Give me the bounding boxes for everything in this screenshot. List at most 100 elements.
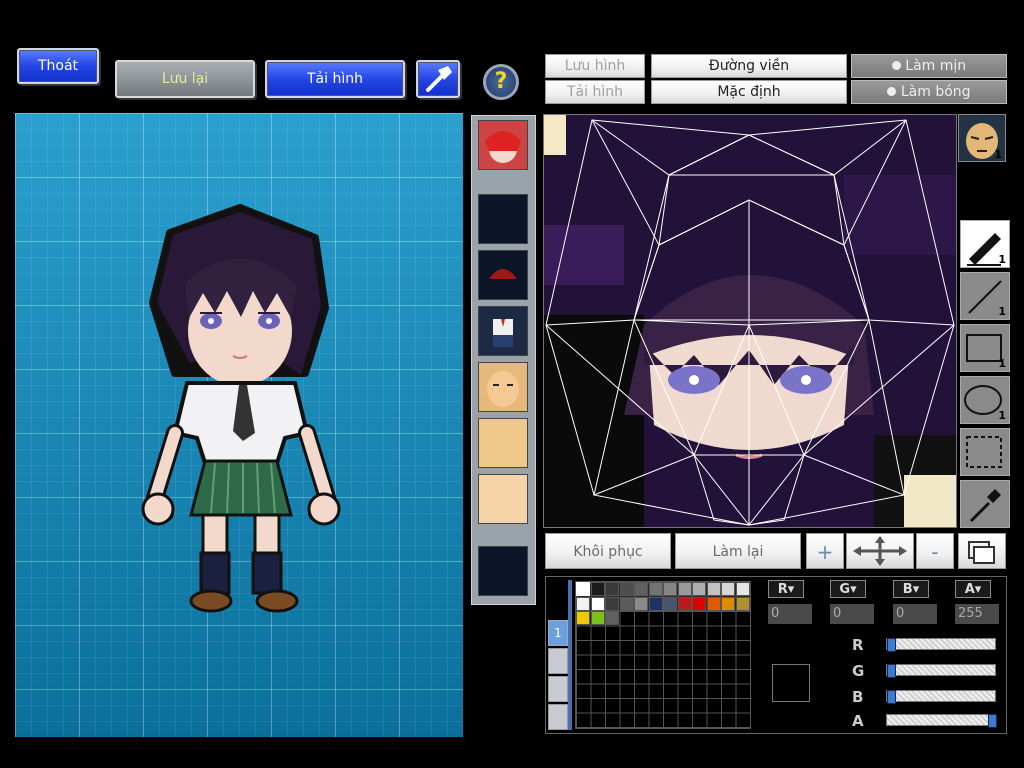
eyedropper-tool-button[interactable] — [960, 480, 1010, 528]
color-swatch[interactable] — [576, 582, 590, 596]
color-swatch[interactable] — [706, 596, 721, 611]
default-button[interactable]: Mặc định — [651, 80, 847, 104]
color-swatch[interactable] — [634, 582, 648, 596]
red-hair-avatar-icon — [485, 131, 521, 163]
help-button[interactable]: ? — [483, 64, 519, 100]
layer-tab-1[interactable]: 1 — [548, 620, 568, 646]
hammer-icon — [426, 66, 452, 92]
color-swatch[interactable] — [590, 596, 605, 611]
alpha-slider-knob[interactable] — [988, 714, 997, 728]
hat-icon — [489, 269, 517, 279]
smooth-label: Làm mịn — [905, 58, 967, 74]
face-preview-badge: 1 — [994, 148, 1002, 161]
red-slider[interactable] — [886, 638, 996, 652]
save-button[interactable]: Lưu lại — [115, 60, 255, 98]
color-swatch[interactable] — [677, 596, 692, 611]
color-swatch[interactable] — [721, 582, 735, 596]
load-image-button[interactable]: Tải hình — [545, 80, 645, 104]
blue-slider-knob[interactable] — [887, 690, 896, 704]
color-swatch[interactable] — [648, 596, 663, 611]
smooth-button[interactable]: Làm mịn — [851, 54, 1007, 78]
rectangle-tool-button[interactable]: 1 — [960, 324, 1010, 372]
alpha-slider[interactable] — [886, 714, 997, 728]
color-swatch[interactable] — [576, 611, 590, 625]
alpha-value-field[interactable]: 255 — [955, 604, 999, 624]
color-swatch[interactable] — [619, 596, 634, 611]
color-swatch[interactable] — [619, 582, 634, 596]
layer-tab-4[interactable] — [548, 704, 568, 730]
color-swatch[interactable] — [576, 596, 590, 611]
color-swatch[interactable] — [692, 582, 706, 596]
red-channel-dropdown[interactable]: R▾ — [768, 580, 804, 598]
layer-tab-2[interactable] — [548, 648, 568, 674]
blue-slider[interactable] — [886, 690, 996, 704]
color-palette-grid[interactable] — [575, 581, 751, 729]
part-slot-hat[interactable] — [478, 250, 528, 300]
part-slot-skin-2[interactable] — [478, 474, 528, 524]
part-slot-outfit[interactable] — [478, 306, 528, 356]
red-slider-knob[interactable] — [887, 638, 896, 652]
color-swatch[interactable] — [706, 582, 721, 596]
load-button[interactable]: Tải hình — [265, 60, 405, 98]
alpha-slider-label: A — [852, 712, 864, 730]
part-slot-face[interactable] — [478, 362, 528, 412]
blue-value-field[interactable]: 0 — [893, 604, 937, 624]
exit-button[interactable]: Thoát — [17, 48, 99, 84]
shade-label: Làm bóng — [900, 84, 971, 100]
color-swatch[interactable] — [634, 596, 648, 611]
color-swatch[interactable] — [605, 611, 619, 625]
color-swatch[interactable] — [663, 582, 677, 596]
green-slider-knob[interactable] — [887, 664, 896, 678]
pen-count: 1 — [998, 253, 1006, 266]
color-swatch[interactable] — [605, 582, 619, 596]
color-swatch[interactable] — [721, 596, 735, 611]
blue-channel-dropdown[interactable]: B▾ — [893, 580, 929, 598]
rectangle-count: 1 — [998, 357, 1006, 370]
redo-button[interactable]: Làm lại — [675, 533, 801, 569]
hammer-button[interactable] — [416, 60, 460, 98]
face-preview-thumbnail[interactable]: 1 — [958, 114, 1006, 162]
layer-tab-label: 1 — [554, 626, 562, 640]
color-swatch[interactable] — [590, 582, 605, 596]
shade-button[interactable]: Làm bóng — [851, 80, 1007, 104]
move-button[interactable] — [846, 533, 914, 569]
outfit-icon — [493, 319, 513, 347]
help-icon: ? — [494, 69, 508, 94]
green-channel-dropdown[interactable]: G▾ — [830, 580, 866, 598]
part-slot-empty-1[interactable] — [478, 194, 528, 244]
smooth-radio-icon — [891, 61, 901, 70]
blue-slider-label: B — [852, 688, 864, 706]
pen-tool-button[interactable]: 1 — [960, 220, 1010, 268]
color-swatch[interactable] — [692, 596, 706, 611]
color-swatch[interactable] — [735, 596, 750, 611]
save-image-button[interactable]: Lưu hình — [545, 54, 645, 78]
ellipse-count: 1 — [998, 409, 1006, 422]
palette-divider — [568, 580, 572, 730]
part-slot-avatar[interactable] — [478, 120, 528, 170]
selection-tool-button[interactable] — [960, 428, 1010, 476]
color-swatch[interactable] — [677, 582, 692, 596]
layer-tab-3[interactable] — [548, 676, 568, 702]
color-swatch[interactable] — [735, 582, 750, 596]
restore-button[interactable]: Khôi phục — [545, 533, 671, 569]
alpha-channel-dropdown[interactable]: A▾ — [955, 580, 991, 598]
color-swatch[interactable] — [605, 596, 619, 611]
texture-editor-canvas[interactable] — [543, 114, 957, 528]
part-slot-empty-2[interactable] — [478, 546, 528, 596]
outline-button[interactable]: Đường viền — [651, 54, 847, 78]
dropdown-arrow-icon: ▾ — [850, 582, 857, 597]
green-slider[interactable] — [886, 664, 996, 678]
green-value-field[interactable]: 0 — [830, 604, 874, 624]
ellipse-tool-button[interactable]: 1 — [960, 376, 1010, 424]
line-tool-button[interactable]: 1 — [960, 272, 1010, 320]
character-preview-canvas[interactable] — [15, 113, 463, 737]
color-swatch[interactable] — [663, 596, 677, 611]
color-swatch[interactable] — [648, 582, 663, 596]
layers-icon — [968, 541, 995, 564]
layer-view-button[interactable] — [958, 533, 1006, 569]
red-value-field[interactable]: 0 — [768, 604, 812, 624]
zoom-out-button[interactable]: - — [916, 533, 954, 569]
zoom-in-button[interactable]: + — [806, 533, 844, 569]
part-slot-skin-1[interactable] — [478, 418, 528, 468]
color-swatch[interactable] — [590, 611, 605, 625]
